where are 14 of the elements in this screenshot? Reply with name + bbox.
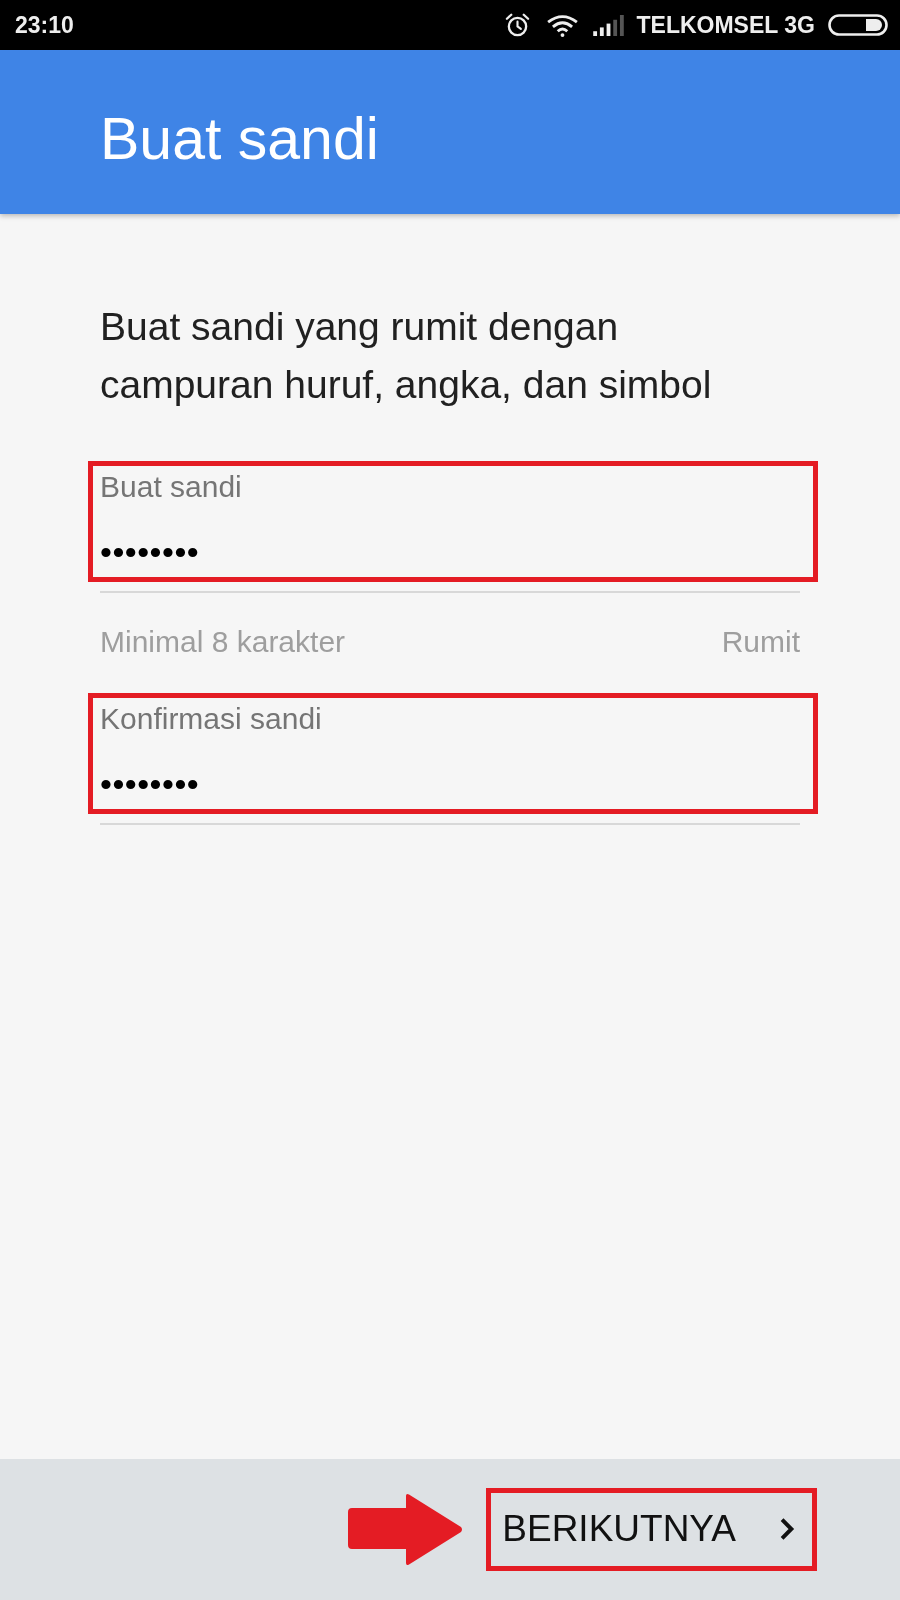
page-title: Buat sandi (100, 106, 379, 172)
status-time: 23:10 (15, 11, 74, 39)
signal-icon (592, 14, 624, 36)
wifi-icon (545, 13, 579, 37)
password-field[interactable]: Buat sandi •••••••• (100, 461, 800, 593)
strength-text: Rumit (721, 625, 800, 659)
password-field[interactable]: Konfirmasi sandi •••••••• (100, 693, 800, 825)
next-button[interactable]: BERIKUTNYA (491, 1493, 812, 1566)
battery-icon (828, 14, 888, 36)
carrier-name: TELKOMSEL 3G (636, 11, 815, 39)
helper-text: Minimal 8 karakter (100, 625, 346, 659)
chevron-right-icon (778, 1517, 796, 1541)
instruction-text: Buat sandi yang rumit dengan campuran huruf, angka, dan simbol (100, 304, 713, 408)
alarm-clock-icon (504, 12, 530, 38)
